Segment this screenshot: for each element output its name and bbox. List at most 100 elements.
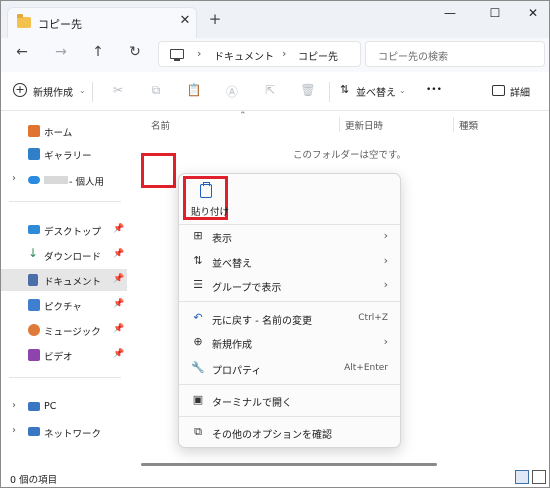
cloud-icon: [28, 176, 40, 184]
clipboard-icon: [200, 182, 212, 198]
new-tab-button[interactable]: +: [207, 10, 223, 28]
sidebar-item-label: - 個人用: [69, 177, 104, 188]
sidebar-item-pictures[interactable]: ピクチャ 📌: [1, 294, 127, 316]
new-label: 新規作成: [33, 88, 73, 99]
expand-chevron-icon[interactable]: ›: [12, 173, 16, 184]
sidebar-item-desktop[interactable]: デスクトップ 📌: [1, 219, 127, 241]
expand-chevron-icon[interactable]: ›: [12, 425, 16, 436]
navigation-pane: ホーム ギャラリー › - 個人用 デスクトップ 📌 ↓ ダウンロード 📌 ドキ…: [1, 111, 127, 468]
column-header-date[interactable]: 更新日時: [345, 118, 383, 132]
address-bar[interactable]: › ドキュメント › コピー先: [158, 41, 361, 67]
close-window-button[interactable]: ✕: [523, 6, 543, 22]
menu-item-label: グループで表示: [212, 283, 282, 294]
details-button[interactable]: 詳細: [492, 83, 538, 101]
search-placeholder: コピー先の検索: [378, 52, 448, 63]
chevron-down-icon: ⌄: [79, 86, 86, 95]
menu-item-sort[interactable]: ⇅ 並べ替え ›: [179, 251, 400, 273]
column-header-type[interactable]: 種類: [459, 118, 478, 132]
divider: [9, 377, 121, 378]
paste-icon[interactable]: 📋: [186, 83, 202, 99]
menu-item-label: その他のオプションを確認: [212, 430, 332, 441]
item-count: 0 個の項目: [10, 475, 58, 486]
back-button[interactable]: ←: [11, 44, 33, 64]
sidebar-item-documents[interactable]: ドキュメント 📌: [1, 269, 127, 291]
sidebar-item-label: デスクトップ: [44, 227, 102, 238]
group-icon: ☰: [193, 278, 203, 291]
divider: [339, 117, 340, 132]
sidebar-item-label: ネットワーク: [44, 429, 102, 440]
menu-item-group-by[interactable]: ☰ グループで表示 ›: [179, 275, 400, 297]
divider: [9, 201, 121, 202]
highlight-box: [141, 153, 176, 188]
sidebar-item-network[interactable]: › ネットワーク: [1, 421, 127, 443]
delete-icon[interactable]: 🗑: [300, 83, 316, 99]
pin-icon: 📌: [113, 324, 125, 334]
column-header-name[interactable]: 名前: [151, 118, 170, 132]
minimize-button[interactable]: —: [440, 6, 460, 22]
share-icon[interactable]: ⇱: [262, 83, 278, 99]
sidebar-item-label: ドキュメント: [44, 277, 102, 288]
cut-icon[interactable]: ✂: [110, 83, 126, 99]
terminal-icon: ▣: [192, 393, 204, 406]
sort-caret-icon: ⌃: [239, 111, 247, 121]
paste-button[interactable]: 貼り付け: [183, 176, 230, 220]
divider: [92, 82, 93, 102]
command-bar: + 新規作成 ⌄ ✂ ⧉ 📋 Ⓐ ⇱ 🗑 ⇅ 並べ替え ⌄ ••• 詳細: [1, 72, 549, 111]
shortcut-label: Alt+Enter: [344, 363, 388, 373]
paste-label: 貼り付け: [191, 207, 230, 218]
menu-item-label: 表示: [212, 234, 232, 245]
close-tab-icon[interactable]: ✕: [178, 13, 192, 29]
menu-item-more-options[interactable]: ⧉ その他のオプションを確認: [179, 422, 400, 444]
divider: [179, 416, 400, 417]
document-icon: [28, 274, 38, 286]
pictures-icon: [28, 299, 40, 311]
details-pane-icon: [492, 85, 505, 96]
menu-item-new[interactable]: ⊕ 新規作成 ›: [179, 332, 400, 354]
divider: [179, 384, 400, 385]
download-icon: ↓: [28, 246, 39, 260]
menu-item-label: 元に戻す - 名前の変更: [212, 316, 312, 327]
horizontal-scrollbar[interactable]: [141, 463, 437, 466]
forward-button[interactable]: →: [50, 44, 72, 64]
submenu-arrow-icon: ›: [383, 278, 388, 291]
empty-folder-message: このフォルダーは空です。: [293, 150, 407, 161]
up-button[interactable]: ↑: [87, 44, 109, 64]
sort-button[interactable]: ⇅ 並べ替え ⌄: [340, 83, 410, 101]
sort-icon: ⇅: [193, 254, 203, 267]
folder-icon: [17, 14, 31, 28]
maximize-button[interactable]: ☐: [485, 6, 505, 22]
details-label: 詳細: [510, 88, 530, 99]
divider: [179, 224, 400, 225]
sort-label: 並べ替え: [356, 88, 396, 99]
refresh-button[interactable]: ↻: [124, 44, 146, 64]
copy-icon[interactable]: ⧉: [148, 83, 164, 99]
sidebar-item-label: ピクチャ: [44, 302, 82, 313]
menu-item-view[interactable]: ⊞ 表示 ›: [179, 226, 400, 248]
see-more-button[interactable]: •••: [426, 85, 442, 95]
sidebar-item-gallery[interactable]: ギャラリー: [1, 143, 127, 165]
menu-item-undo-rename[interactable]: ↶ 元に戻す - 名前の変更 Ctrl+Z: [179, 308, 400, 330]
pin-icon: 📌: [113, 299, 125, 309]
tab-copy-destination[interactable]: コピー先 ✕: [7, 7, 197, 38]
tab-title: コピー先: [38, 18, 82, 31]
sidebar-item-videos[interactable]: ビデオ 📌: [1, 344, 127, 366]
breadcrumb-documents[interactable]: ドキュメント: [214, 48, 274, 63]
title-bar: コピー先 ✕ + — ☐ ✕: [1, 1, 549, 38]
large-icons-view-button[interactable]: [532, 470, 546, 484]
expand-chevron-icon[interactable]: ›: [12, 400, 16, 411]
sidebar-item-music[interactable]: ミュージック 📌: [1, 319, 127, 341]
menu-item-label: 新規作成: [212, 340, 252, 351]
menu-item-label: 並べ替え: [212, 259, 252, 270]
sidebar-item-downloads[interactable]: ↓ ダウンロード 📌: [1, 244, 127, 266]
sidebar-item-onedrive[interactable]: › - 個人用: [1, 169, 127, 191]
sidebar-item-this-pc[interactable]: › PC: [1, 396, 127, 418]
home-icon: [28, 125, 40, 137]
menu-item-properties[interactable]: 🔧 プロパティ Alt+Enter: [179, 358, 400, 380]
address-row: ← → ↑ ↻ › ドキュメント › コピー先 コピー先の検索: [1, 38, 549, 72]
menu-item-open-terminal[interactable]: ▣ ターミナルで開く: [179, 390, 400, 412]
sidebar-item-home[interactable]: ホーム: [1, 120, 127, 142]
rename-icon[interactable]: Ⓐ: [224, 83, 240, 99]
breadcrumb-current[interactable]: コピー先: [298, 48, 338, 63]
search-box[interactable]: コピー先の検索: [365, 41, 545, 67]
details-view-button[interactable]: [515, 470, 529, 484]
